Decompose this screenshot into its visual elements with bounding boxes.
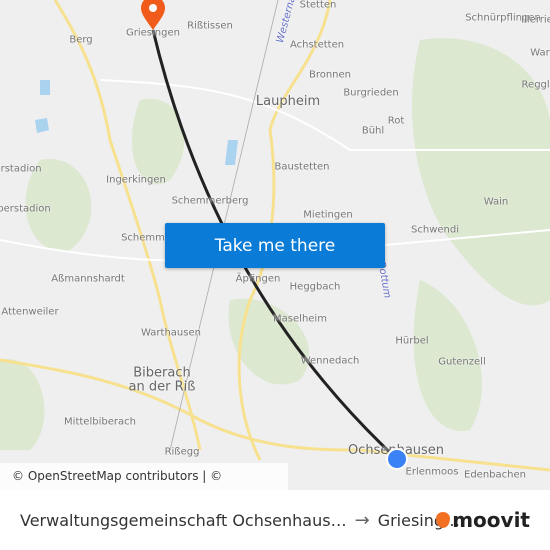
map-label: Edenbachen [464,469,526,481]
moovit-logo: moovit [436,508,530,532]
map-label-town: Biberach an der Riß [128,365,196,395]
map-label: War [530,47,550,59]
map-label: Maselheim [273,313,327,325]
arrow-right-icon: → [354,509,370,531]
map-label: Griesingen [126,27,180,39]
map-label: Gutenzell [438,356,486,368]
map-attribution[interactable]: © OpenStreetMap contributors | © OpenMap… [0,463,288,490]
map-label: Wennedach [300,355,360,367]
map-label: Aßmannshardt [51,273,125,285]
map-label: Rißegg [164,446,200,458]
map-label: Rißtissen [187,20,233,32]
route-footer: Verwaltungsgemeinschaft Ochsenhaus… → Gr… [0,490,550,550]
map-label: Warthausen [141,327,201,339]
map-label-town: Laupheim [255,93,321,109]
take-me-there-button[interactable]: Take me there [165,223,385,268]
map-label: Schemm [121,232,165,244]
origin-name: Verwaltungsgemeinschaft Ochsenhaus… [20,510,347,530]
map-label: Ingerkingen [106,174,166,186]
map-label: Schemmerberg [171,195,249,207]
map-label: berstadion [0,203,51,215]
map-label-town: Ochsenhausen [347,442,445,458]
map-label: Achstetten [289,39,345,51]
map-label: Bühl [361,125,385,137]
map[interactable]: Griesingen Rißtissen Stetten Westernach … [0,0,550,490]
brand-name: moovit [452,508,530,532]
map-label: Bronnen [308,69,352,81]
map-label: Mittelbiberach [64,416,136,428]
map-label: erstadion [0,163,42,175]
map-label: Attenweiler [1,306,59,318]
map-label: Mietingen [303,209,353,221]
map-label: Wain [483,196,509,208]
map-label: Hürbel [395,335,429,347]
map-label: Reggli [521,79,550,91]
map-label: Schwendi [411,224,459,236]
map-label: Berg [69,34,93,46]
map-label: Heggbach [289,281,341,293]
map-label: Burgrieden [343,87,399,99]
map-label: Rot [387,115,405,127]
map-label: Äpfingen [235,273,281,285]
map-label: Baustetten [274,161,330,173]
map-label: Stetten [299,0,337,11]
map-label: Erlenmoos [405,466,459,478]
map-label: Illerrie [521,14,550,26]
moovit-pin-icon [436,512,451,528]
